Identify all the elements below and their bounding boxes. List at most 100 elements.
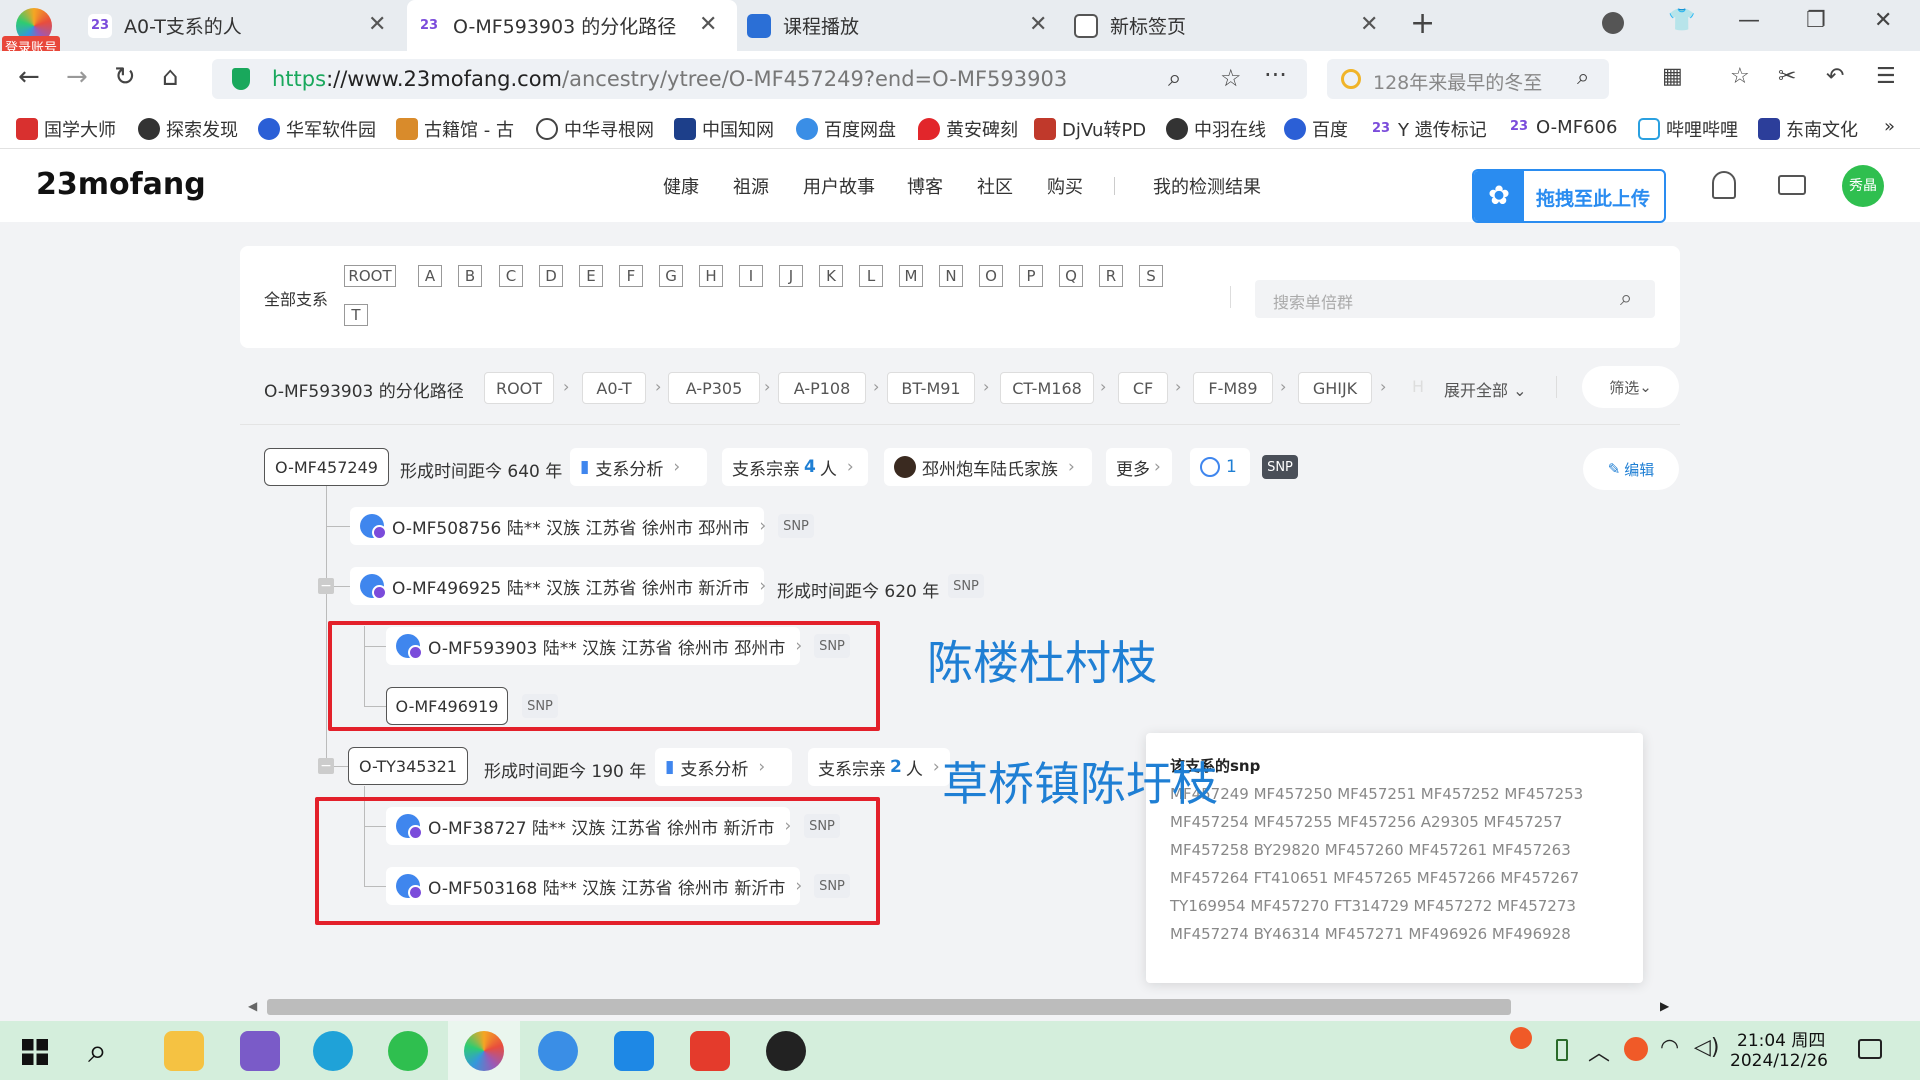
letter-filter[interactable]: K (819, 265, 843, 287)
letter-filter[interactable]: G (659, 265, 683, 287)
more-button[interactable]: 更多 › (1106, 448, 1172, 486)
branch-analysis-button[interactable]: ▮ 支系分析 › (570, 448, 707, 486)
nav-blog[interactable]: 博客 (907, 173, 943, 199)
forward-icon[interactable]: → (66, 62, 88, 92)
nav-buy[interactable]: 购买 (1047, 173, 1083, 199)
bookmark-item[interactable]: 百度网盘 (796, 116, 902, 142)
comments-button[interactable]: 1 (1190, 448, 1250, 486)
battery-icon[interactable] (1556, 1039, 1568, 1061)
collapse-toggle[interactable]: − (318, 758, 334, 774)
edit-button[interactable]: ✎ 编辑 (1583, 448, 1679, 490)
avatar[interactable]: 秀晶 (1842, 165, 1884, 207)
search-icon[interactable]: ⌕ (1620, 286, 1632, 311)
bookmark-item[interactable]: 国学大师 (16, 116, 124, 142)
expand-all-button[interactable]: 展开全部 ⌄ (1444, 377, 1527, 401)
favorites-icon[interactable]: ☆ (1730, 62, 1750, 92)
tab-list-icon[interactable] (1602, 12, 1624, 34)
letter-filter[interactable]: I (739, 265, 763, 287)
letter-filter[interactable]: H (699, 265, 723, 287)
windows-start-icon[interactable] (22, 1039, 48, 1065)
letter-filter[interactable]: E (579, 265, 603, 287)
snp-badge[interactable]: SNP (1262, 455, 1298, 479)
more-dots-icon[interactable]: ··· (1264, 61, 1287, 89)
bookmark-item[interactable]: 中国知网 (674, 116, 782, 142)
more-bookmarks[interactable]: » (1884, 116, 1895, 137)
letter-filter[interactable]: L (859, 265, 883, 287)
crumb[interactable]: A-P305 (668, 372, 760, 404)
letter-filter[interactable]: B (458, 265, 482, 287)
tree-node-person[interactable]: O-MF496925 陆** 汉族 江苏省 徐州市 新沂市 › (350, 567, 766, 605)
nav-stories[interactable]: 用户故事 (803, 173, 875, 199)
letter-filter[interactable]: Q (1059, 265, 1083, 287)
tree-node-haplogroup[interactable]: O-TY345321 (348, 747, 468, 785)
close-icon[interactable]: ✕ (699, 12, 717, 37)
bookmark-item[interactable]: DjVu转PD (1034, 116, 1146, 142)
mail-icon[interactable] (1778, 175, 1806, 195)
bookmark-item[interactable]: 23 Y 遗传标记 (1370, 116, 1506, 142)
reload-icon[interactable]: ↻ (114, 62, 136, 92)
nav-ancestry[interactable]: 祖源 (733, 173, 769, 199)
tab-newtab[interactable]: 新标签页 ✕ (1072, 0, 1382, 51)
file-explorer-icon[interactable] (164, 1031, 204, 1071)
tab-active-path[interactable]: 23 O-MF593903 的分化路径 ✕ (407, 0, 737, 51)
root-node[interactable]: O-MF457249 (264, 448, 389, 486)
search-icon[interactable]: ⌕ (88, 1031, 107, 1071)
letter-filter-root[interactable]: ROOT (344, 265, 396, 287)
bookmark-item[interactable]: 哔哩哔哩 (1638, 116, 1746, 142)
bookmark-item[interactable]: 23 O-MF606 (1508, 116, 1624, 138)
chevron-up-icon[interactable]: ︿ (1588, 1035, 1610, 1067)
zoom-search-icon[interactable]: ⌕ (1168, 64, 1181, 92)
tree-node-person[interactable]: O-MF508756 陆** 汉族 江苏省 徐州市 邳州市 › (350, 507, 766, 545)
new-tab-button[interactable]: + (1410, 6, 1435, 41)
search-icon[interactable]: ⌕ (1577, 65, 1589, 90)
letter-filter[interactable]: D (539, 265, 563, 287)
letter-filter[interactable]: R (1099, 265, 1123, 287)
edge-icon[interactable] (313, 1031, 353, 1071)
apps-grid-icon[interactable]: ▦ (1662, 62, 1683, 92)
baidu-netdisk-icon[interactable] (538, 1031, 578, 1071)
letter-filter[interactable]: A (418, 265, 442, 287)
branch-analysis-button[interactable]: ▮ 支系分析 › (655, 748, 792, 786)
bookmark-item[interactable]: 东南文化 (1758, 116, 1870, 142)
bookmark-item[interactable]: 古籍馆 - 古 (396, 116, 516, 142)
browser-taskbar-icon[interactable] (464, 1031, 504, 1071)
clock-time[interactable]: 21:04 周四 (1737, 1026, 1825, 1051)
collapse-toggle[interactable]: − (318, 578, 334, 594)
haplogroup-search-input[interactable]: 搜索单倍群 ⌕ (1255, 280, 1655, 318)
undo-icon[interactable]: ↶ (1826, 62, 1844, 92)
bookmark-item[interactable]: 中华寻根网 (536, 116, 662, 142)
bookmark-item[interactable]: 华军软件园 (258, 116, 384, 142)
crumb[interactable]: CT-M168 (1000, 372, 1094, 404)
close-window-icon[interactable]: ✕ (1874, 8, 1892, 33)
bookmark-item[interactable]: 黄安碑刻 (918, 116, 1022, 142)
clock-date[interactable]: 2024/12/26 (1730, 1051, 1828, 1071)
close-icon[interactable]: ✕ (368, 12, 386, 37)
horizontal-scrollbar[interactable]: ◀ ▶ (240, 995, 1680, 1019)
home-icon[interactable]: ⌂ (162, 62, 179, 92)
browser-search-box[interactable]: 128年来最早的冬至 ⌕ (1327, 59, 1609, 99)
star-icon[interactable]: ☆ (1220, 64, 1242, 92)
bookmark-item[interactable]: 探索发现 (138, 116, 246, 142)
upload-button[interactable]: ✿ 拖拽至此上传 (1472, 169, 1666, 223)
scissors-icon[interactable]: ✂ (1778, 62, 1796, 92)
qq-icon[interactable] (766, 1031, 806, 1071)
letter-filter[interactable]: F (619, 265, 643, 287)
crumb-root[interactable]: ROOT (484, 372, 554, 404)
tab-course[interactable]: 课程播放 ✕ (745, 0, 1055, 51)
letter-filter[interactable]: C (499, 265, 523, 287)
restore-icon[interactable]: ❐ (1806, 8, 1826, 33)
letter-filter[interactable]: O (979, 265, 1003, 287)
grid-app-icon[interactable] (614, 1031, 654, 1071)
scrollbar-thumb[interactable] (267, 999, 1511, 1015)
site-logo[interactable]: 23mofang (36, 167, 206, 202)
snp-badge[interactable]: SNP (948, 574, 984, 598)
menu-icon[interactable]: ☰ (1876, 62, 1896, 92)
minimize-icon[interactable]: — (1738, 8, 1760, 33)
scroll-left-icon[interactable]: ◀ (248, 999, 257, 1013)
close-icon[interactable]: ✕ (1029, 12, 1047, 37)
skin-icon[interactable]: 👕 (1668, 8, 1695, 33)
crumb[interactable]: F-M89 (1193, 372, 1273, 404)
bookmark-item[interactable]: 百度 (1284, 116, 1356, 142)
back-icon[interactable]: ← (18, 62, 40, 92)
wifi-icon[interactable]: ◠ (1660, 1035, 1679, 1060)
